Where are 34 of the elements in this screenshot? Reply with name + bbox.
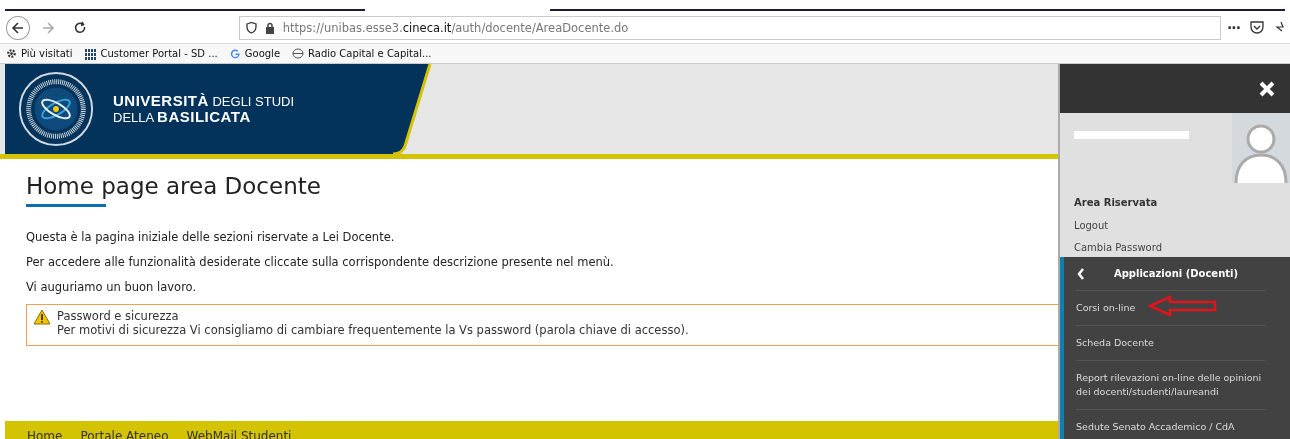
menu-title: Applicazioni (Docenti) <box>1112 268 1240 279</box>
shield-icon <box>245 21 257 34</box>
university-name: UNIVERSITÀ DEGLI STUDI DELLA BASILICATA <box>113 93 295 125</box>
intro-text: Per accedere alle funzionalità desiderate cliccate sulla corrispondente descrizione presente nel menù. <box>26 254 615 270</box>
reload-icon <box>72 20 87 35</box>
bookmark-link[interactable]: Customer Portal - SD ... <box>100 48 218 59</box>
menu-item[interactable]: Scheda Docente <box>1076 326 1266 361</box>
back-arrow-icon <box>10 20 25 35</box>
user-link[interactable]: Logout <box>1074 220 1290 231</box>
address-bar[interactable]: https://unibas.esse3.cineca.it/auth/docente/AreaDocente.do <box>238 15 1222 40</box>
bookmark-link[interactable]: Google <box>244 48 281 59</box>
user-link[interactable]: Cambia Password <box>1074 242 1290 253</box>
menu-item[interactable]: Corsi on-line <box>1076 291 1266 326</box>
menu-item[interactable]: Report rilevazioni on-line delle opinioni dei docenti/studenti/laureandi <box>1076 361 1266 410</box>
menu-icon[interactable]: ··· <box>1227 19 1240 36</box>
page-title: Home page area Docente <box>26 173 321 201</box>
pocket-icon[interactable] <box>1250 21 1264 34</box>
close-icon[interactable] <box>1258 79 1276 98</box>
url-text: https://unibas.esse3.cineca.it/auth/docente/AreaDocente.do <box>282 20 629 35</box>
back-chevron-icon[interactable] <box>1076 267 1086 280</box>
menu-item[interactable]: Sedute Senato Accademico / CdA <box>1076 410 1266 439</box>
bookmark-link[interactable]: Radio Capital e Capital... <box>308 48 432 59</box>
globe-icon <box>292 48 305 59</box>
alert-text: Per motivi di sicurezza Vi consigliamo di cambiare frequentemente la Vs password (parola chiave di accesso). <box>57 323 689 337</box>
lock-icon <box>264 21 275 34</box>
alert-title: Password e sicurezza <box>57 309 180 323</box>
intro-text: Questa è la pagina iniziale delle sezioni riservate a Lei Docente. <box>26 229 396 245</box>
google-icon <box>229 48 241 59</box>
forward-arrow-icon <box>41 20 56 35</box>
warning-icon <box>33 309 51 325</box>
section-heading: Area Riservata <box>1074 197 1159 208</box>
grid-icon <box>84 47 97 60</box>
intro-text: Vi auguriamo un buon lavoro. <box>26 279 198 295</box>
bookmark-link[interactable]: Più visitati <box>21 48 73 59</box>
